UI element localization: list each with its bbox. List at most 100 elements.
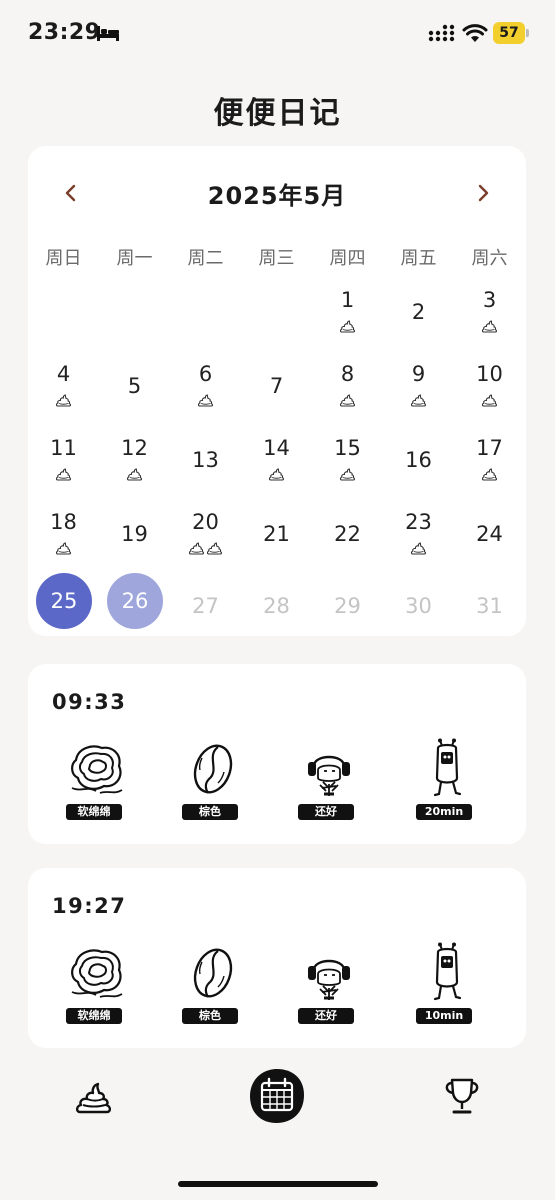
calendar-day[interactable]: 18 xyxy=(28,502,99,576)
calendar-day[interactable]: 7 xyxy=(241,354,312,428)
calendar-day[interactable]: 3 xyxy=(454,280,525,354)
calendar-day[interactable]: 6 xyxy=(170,354,241,428)
nav-trophy-button[interactable] xyxy=(436,1070,488,1122)
day-number: 18 xyxy=(50,510,77,534)
calendar-day[interactable]: 15 xyxy=(312,428,383,502)
poop-marker-icon xyxy=(55,540,72,559)
day-number: 14 xyxy=(263,436,290,460)
poop-marker-icon xyxy=(339,392,356,411)
calendar-day[interactable]: 9 xyxy=(383,354,454,428)
entry-color: 棕色 xyxy=(176,942,250,1024)
calendar-day[interactable]: 26 xyxy=(99,573,170,648)
calendar-day[interactable]: 12 xyxy=(99,428,170,502)
day-number: 24 xyxy=(476,522,503,546)
day-number: 27 xyxy=(192,594,219,618)
calendar-day[interactable]: 2 xyxy=(383,280,454,354)
nav-poop-button[interactable] xyxy=(68,1070,120,1122)
poop-count-row xyxy=(312,392,383,411)
day-number: 2 xyxy=(411,300,426,324)
day-number: 30 xyxy=(405,594,432,618)
chevron-right-icon xyxy=(478,184,489,202)
calendar-day[interactable]: 22 xyxy=(312,502,383,576)
day-number: 20 xyxy=(192,510,219,534)
weekday-sun: 周日 xyxy=(45,248,82,269)
poop-marker-icon xyxy=(481,392,498,411)
calendar-day[interactable]: 21 xyxy=(241,502,312,576)
poop-icon xyxy=(75,1082,112,1114)
calendar-day[interactable]: 4 xyxy=(28,354,99,428)
entry-card[interactable]: 09:33 软绵绵 棕色 还好 20min xyxy=(28,664,526,844)
entry-feeling: 还好 xyxy=(292,942,366,1024)
calendar-day[interactable]: 24 xyxy=(454,502,525,576)
poop-marker-icon xyxy=(188,540,205,559)
entry-duration: 10min xyxy=(410,942,484,1024)
status-bar: 23:29 57 xyxy=(0,0,555,70)
day-number: 22 xyxy=(334,522,361,546)
calendar-day[interactable]: 25 xyxy=(28,573,99,648)
calendar-day[interactable]: 23 xyxy=(383,502,454,576)
poop-count-row xyxy=(99,466,170,485)
day-number: 31 xyxy=(476,594,503,618)
entry-texture: 软绵绵 xyxy=(60,942,134,1024)
calendar-day[interactable]: 29 xyxy=(312,574,383,648)
calendar-day[interactable]: 8 xyxy=(312,354,383,428)
next-month-button[interactable] xyxy=(468,178,498,208)
poop-count-row xyxy=(312,318,383,337)
calendar-day[interactable]: 28 xyxy=(241,574,312,648)
day-number: 29 xyxy=(334,594,361,618)
calendar-day[interactable]: 27 xyxy=(170,574,241,648)
poop-marker-icon xyxy=(55,466,72,485)
calendar-day[interactable]: 13 xyxy=(170,428,241,502)
today-day-circle: 26 xyxy=(107,573,163,629)
battery-level: 57 xyxy=(499,25,519,41)
poop-marker-icon xyxy=(206,540,223,559)
calendar-day[interactable]: 20 xyxy=(170,502,241,576)
day-number: 17 xyxy=(476,436,503,460)
calendar-day[interactable]: 17 xyxy=(454,428,525,502)
poop-count-row xyxy=(383,540,454,559)
texture-tag: 软绵绵 xyxy=(66,1008,122,1024)
page-title: 便便日记 xyxy=(213,96,342,131)
poop-count-row xyxy=(28,392,99,411)
poop-marker-icon xyxy=(126,466,143,485)
weekday-header: 周日 周一 周二 周三 周四 周五 周六 xyxy=(28,244,526,272)
nav-calendar-button[interactable] xyxy=(247,1066,307,1126)
status-time: 23:29 xyxy=(28,20,101,45)
day-number: 16 xyxy=(405,448,432,472)
duration-tag: 20min xyxy=(416,804,472,820)
calendar-day[interactable]: 19 xyxy=(99,502,170,576)
poop-count-row xyxy=(454,466,525,485)
calendar-day[interactable]: 16 xyxy=(383,428,454,502)
feeling-tag: 还好 xyxy=(298,804,354,820)
entry-texture: 软绵绵 xyxy=(60,738,134,820)
day-number: 15 xyxy=(334,436,361,460)
day-number: 26 xyxy=(121,589,149,613)
entry-color: 棕色 xyxy=(176,738,250,820)
calendar-card: 2025年5月 周日 周一 周二 周三 周四 周五 周六 1 2 3 4 5 6 7 8 9 10… xyxy=(28,146,526,636)
home-indicator[interactable] xyxy=(178,1181,378,1187)
poop-marker-icon xyxy=(268,466,285,485)
entry-card[interactable]: 19:27 软绵绵 棕色 还好 10min xyxy=(28,868,526,1048)
day-number: 23 xyxy=(405,510,432,534)
day-number: 12 xyxy=(121,436,148,460)
color-tag: 棕色 xyxy=(182,804,238,820)
calendar-day[interactable]: 30 xyxy=(383,574,454,648)
calendar-day[interactable]: 5 xyxy=(99,354,170,428)
weekday-fri: 周五 xyxy=(400,248,437,269)
poop-count-row xyxy=(454,318,525,337)
weekday-wed: 周三 xyxy=(258,248,295,269)
trophy-icon xyxy=(445,1078,479,1114)
calendar-day[interactable]: 31 xyxy=(454,574,525,648)
calendar-day[interactable]: 14 xyxy=(241,428,312,502)
calendar-day[interactable]: 11 xyxy=(28,428,99,502)
calendar-day[interactable]: 1 xyxy=(312,280,383,354)
calendar-day[interactable]: 10 xyxy=(454,354,525,428)
day-number: 7 xyxy=(269,374,284,398)
poop-count-row xyxy=(28,466,99,485)
weekday-tue: 周二 xyxy=(187,248,224,269)
entry-time: 19:27 xyxy=(52,894,127,918)
day-number: 9 xyxy=(411,362,426,386)
entry-feeling: 还好 xyxy=(292,738,366,820)
month-title: 2025年5月 xyxy=(207,182,347,210)
poop-marker-icon xyxy=(481,318,498,337)
